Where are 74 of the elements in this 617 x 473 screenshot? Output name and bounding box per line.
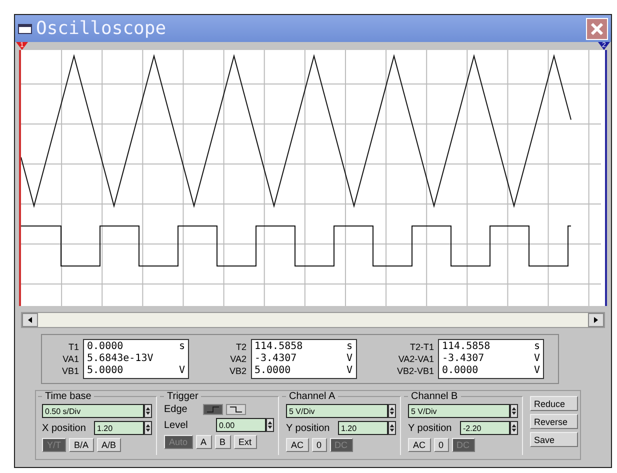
rising-edge-icon xyxy=(205,405,221,414)
readout-label: VA1 xyxy=(62,353,80,365)
readout-value: 114.5858 xyxy=(442,341,490,353)
readout-value: 5.0000 xyxy=(87,365,124,377)
right-arrow-icon xyxy=(594,317,598,323)
readout-value: 114.5858 xyxy=(254,341,303,353)
scale-field[interactable]: 0.50 s/Div xyxy=(42,404,144,418)
edge-button[interactable] xyxy=(226,404,246,415)
spin-buttons[interactable] xyxy=(144,404,152,418)
readout-unit: s xyxy=(178,341,186,353)
coupling-button[interactable]: 0 xyxy=(434,438,449,452)
left-arrow-icon xyxy=(28,317,32,323)
level-field[interactable]: 0.00 xyxy=(216,418,266,432)
coupling-button[interactable]: 0 xyxy=(312,438,327,452)
group-title: Trigger xyxy=(166,391,200,402)
scroll-right-button[interactable] xyxy=(588,313,604,327)
readout-value: 5.0000 xyxy=(254,365,291,377)
source-button[interactable]: B xyxy=(214,435,231,449)
close-button[interactable] xyxy=(586,18,608,40)
readout-unit: V xyxy=(346,365,352,377)
spin-buttons[interactable] xyxy=(510,421,518,435)
spin-buttons[interactable] xyxy=(510,404,518,418)
field-label: Level xyxy=(164,420,188,430)
readout-unit: V xyxy=(178,365,186,377)
falling-edge-icon xyxy=(228,405,244,414)
readout-label: T2 xyxy=(236,341,246,353)
readout-unit: V xyxy=(534,353,540,365)
coupling-button[interactable]: AC xyxy=(408,438,431,452)
readout-unit: V xyxy=(534,365,540,377)
spin-buttons[interactable] xyxy=(144,421,152,435)
source-button[interactable]: A xyxy=(196,435,212,449)
scale-field[interactable]: 5 V/Div xyxy=(408,404,510,418)
readout-label: T1 xyxy=(68,341,80,353)
group-title: Time base xyxy=(44,391,92,402)
field-label: X position xyxy=(42,422,86,434)
position-field[interactable]: 1.20 xyxy=(338,421,388,435)
source-button[interactable]: Ext xyxy=(234,435,257,449)
readout-value: -3.4307 xyxy=(254,353,297,365)
position-field[interactable]: 1.20 xyxy=(94,421,144,435)
field-label: Y position xyxy=(286,422,330,434)
field-label: Edge xyxy=(164,404,188,415)
readout-value: 5.6843e-13V xyxy=(87,353,154,365)
readout-value: 0.0000 xyxy=(87,341,124,353)
group-title: Channel B xyxy=(410,391,459,402)
action-button[interactable]: Reduce xyxy=(530,396,578,411)
readout-value: -3.4307 xyxy=(442,353,484,365)
readout-label: VA2 xyxy=(230,353,246,365)
readout-unit: s xyxy=(346,341,352,353)
readout-value: 0.0000 xyxy=(442,365,478,377)
readout-unit: V xyxy=(346,353,352,365)
spin-buttons[interactable] xyxy=(388,404,396,418)
position-field[interactable]: -2.20 xyxy=(460,421,510,435)
field-label: Y position xyxy=(408,422,452,434)
window-title: Oscilloscope xyxy=(36,18,168,39)
readout-label: T2-T1 xyxy=(410,341,434,353)
mode-button[interactable]: B/A xyxy=(69,438,94,452)
readout-label: VA2-VA1 xyxy=(398,353,434,365)
mode-button[interactable]: A/B xyxy=(96,438,122,452)
scale-field[interactable]: 5 V/Div xyxy=(286,404,388,418)
coupling-button[interactable]: AC xyxy=(286,438,309,452)
close-icon xyxy=(589,20,605,36)
edge-button[interactable] xyxy=(203,404,223,415)
scrollbar[interactable] xyxy=(21,312,605,328)
readout-label: VB1 xyxy=(62,365,80,377)
action-button[interactable]: Save xyxy=(530,432,578,447)
spin-buttons[interactable] xyxy=(266,418,274,432)
action-button[interactable]: Reverse xyxy=(530,414,578,429)
readout-label: VB2 xyxy=(229,365,246,377)
group-title: Channel A xyxy=(288,391,336,402)
window-icon xyxy=(18,24,32,34)
readout-unit: s xyxy=(534,341,540,353)
scroll-left-button[interactable] xyxy=(22,313,38,327)
readout-label: VB2-VB1 xyxy=(396,365,434,377)
spin-buttons[interactable] xyxy=(388,421,396,435)
